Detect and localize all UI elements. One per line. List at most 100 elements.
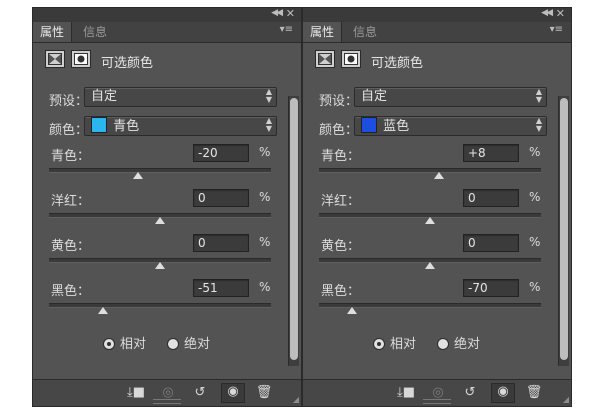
panel-menu-icon[interactable]: ▾≡ xyxy=(550,24,563,35)
properties-panel-right: ◀◀ ✕ 属性 信息 ▾≡ 可选颜色 预设： 自定 ▲ ▼ 颜色： 蓝色 ▲ ▼ 青… xyxy=(302,7,572,407)
magenta-value-field[interactable]: 0 xyxy=(463,189,519,207)
trash-icon[interactable]: 🗑 xyxy=(525,385,543,401)
panel-footer: ⤓■ ◎ ↺ ◉ 🗑 ◢ xyxy=(33,379,301,406)
cyan-label: 青色： xyxy=(321,149,361,164)
select-arrows-icon: ▲ ▼ xyxy=(535,116,542,133)
preset-label: 预设： xyxy=(319,94,359,109)
percent-sign: % xyxy=(259,235,271,249)
method-absolute-radio[interactable]: 绝对 xyxy=(437,333,481,352)
panel-title-strip: ◀◀ ✕ xyxy=(33,7,301,23)
color-value: 青色 xyxy=(113,119,140,134)
cyan-label: 青色： xyxy=(51,149,91,164)
method-relative-radio[interactable]: 相对 xyxy=(103,333,147,352)
method-absolute-label: 绝对 xyxy=(454,337,481,352)
layer-mask-icon[interactable] xyxy=(341,50,361,68)
adjustment-layer-icon xyxy=(315,50,335,68)
reset-icon[interactable]: ↺ xyxy=(191,385,209,401)
color-swatch xyxy=(361,117,377,133)
black-slider-track[interactable] xyxy=(319,303,541,314)
select-arrows-icon: ▲ ▼ xyxy=(265,87,272,104)
panel-tabs: 属性 信息 ▾≡ xyxy=(33,22,301,43)
percent-sign: % xyxy=(529,145,541,159)
layer-mask-icon[interactable] xyxy=(71,50,91,68)
select-arrows-icon: ▲ ▼ xyxy=(535,87,542,104)
collapse-panel-icon[interactable]: ◀◀ xyxy=(271,8,283,18)
cyan-slider-track[interactable] xyxy=(319,168,541,179)
resize-grip[interactable] xyxy=(423,399,451,404)
method-relative-label: 相对 xyxy=(390,337,417,352)
preset-value: 自定 xyxy=(91,89,118,104)
reset-icon[interactable]: ↺ xyxy=(461,385,479,401)
percent-sign: % xyxy=(259,190,271,204)
magenta-value-field[interactable]: 0 xyxy=(193,189,249,207)
percent-sign: % xyxy=(259,145,271,159)
radio-dot xyxy=(103,338,115,350)
properties-panel-left: ◀◀ ✕ 属性 信息 ▾≡ 可选颜色 预设： 自定 ▲ ▼ 颜色： 青色 ▲ ▼ 青… xyxy=(32,7,302,407)
black-value-field[interactable]: -70 xyxy=(463,279,519,297)
yellow-label: 黄色： xyxy=(321,239,361,254)
collapse-panel-icon[interactable]: ◀◀ xyxy=(541,8,553,18)
cyan-value-field[interactable]: -20 xyxy=(193,144,249,162)
black-slider-track[interactable] xyxy=(49,303,271,314)
panel-scrollbar[interactable] xyxy=(558,96,569,366)
yellow-label: 黄色： xyxy=(51,239,91,254)
visibility-eye-icon[interactable]: ◉ xyxy=(221,383,245,403)
method-absolute-radio[interactable]: 绝对 xyxy=(167,333,211,352)
color-swatch xyxy=(91,117,107,133)
clip-to-layer-icon[interactable]: ⤓■ xyxy=(127,385,145,401)
radio-dot xyxy=(167,338,179,350)
panel-footer: ⤓■ ◎ ↺ ◉ 🗑 ◢ xyxy=(303,379,571,406)
black-value-field[interactable]: -51 xyxy=(193,279,249,297)
color-value: 蓝色 xyxy=(383,119,410,134)
yellow-value-field[interactable]: 0 xyxy=(463,234,519,252)
scrollbar-thumb[interactable] xyxy=(560,98,568,360)
black-label: 黑色： xyxy=(51,284,91,299)
clip-to-layer-icon[interactable]: ⤓■ xyxy=(397,385,415,401)
yellow-slider-track[interactable] xyxy=(319,258,541,269)
close-panel-icon[interactable]: ✕ xyxy=(556,7,565,20)
black-label: 黑色： xyxy=(321,284,361,299)
color-label: 颜色： xyxy=(319,123,359,138)
color-select[interactable]: 青色 ▲ ▼ xyxy=(84,116,277,136)
adjustment-title: 可选颜色 xyxy=(101,56,154,71)
scrollbar-thumb[interactable] xyxy=(290,98,298,360)
tab-properties[interactable]: 属性 xyxy=(33,22,73,42)
panel-title-strip: ◀◀ ✕ xyxy=(303,7,571,23)
preset-select[interactable]: 自定 ▲ ▼ xyxy=(354,87,547,107)
color-label: 颜色： xyxy=(49,123,89,138)
percent-sign: % xyxy=(529,235,541,249)
cyan-slider-track[interactable] xyxy=(49,168,271,179)
preset-select[interactable]: 自定 ▲ ▼ xyxy=(84,87,277,107)
panel-scrollbar[interactable] xyxy=(288,96,299,366)
resize-corner-icon[interactable]: ◢ xyxy=(563,395,569,404)
yellow-slider-track[interactable] xyxy=(49,258,271,269)
radio-dot xyxy=(373,338,385,350)
method-relative-label: 相对 xyxy=(120,337,147,352)
method-relative-radio[interactable]: 相对 xyxy=(373,333,417,352)
percent-sign: % xyxy=(259,280,271,294)
method-absolute-label: 绝对 xyxy=(184,337,211,352)
magenta-slider-track[interactable] xyxy=(49,213,271,224)
adjustment-layer-icon xyxy=(45,50,65,68)
resize-grip[interactable] xyxy=(153,399,181,404)
select-arrows-icon: ▲ ▼ xyxy=(265,116,272,133)
close-panel-icon[interactable]: ✕ xyxy=(286,7,295,20)
preset-value: 自定 xyxy=(361,89,388,104)
yellow-value-field[interactable]: 0 xyxy=(193,234,249,252)
color-select[interactable]: 蓝色 ▲ ▼ xyxy=(354,116,547,136)
tab-properties[interactable]: 属性 xyxy=(303,22,343,42)
visibility-eye-icon[interactable]: ◉ xyxy=(491,383,515,403)
trash-icon[interactable]: 🗑 xyxy=(255,385,273,401)
resize-corner-icon[interactable]: ◢ xyxy=(293,395,299,404)
magenta-label: 洋红： xyxy=(51,194,91,209)
panel-tabs: 属性 信息 ▾≡ xyxy=(303,22,571,43)
cyan-value-field[interactable]: +8 xyxy=(463,144,519,162)
magenta-slider-track[interactable] xyxy=(319,213,541,224)
radio-dot xyxy=(437,338,449,350)
preset-label: 预设： xyxy=(49,94,89,109)
adjustment-title: 可选颜色 xyxy=(371,56,424,71)
tab-info[interactable]: 信息 xyxy=(76,22,114,42)
tab-info[interactable]: 信息 xyxy=(346,22,384,42)
panel-menu-icon[interactable]: ▾≡ xyxy=(280,24,293,35)
percent-sign: % xyxy=(529,190,541,204)
